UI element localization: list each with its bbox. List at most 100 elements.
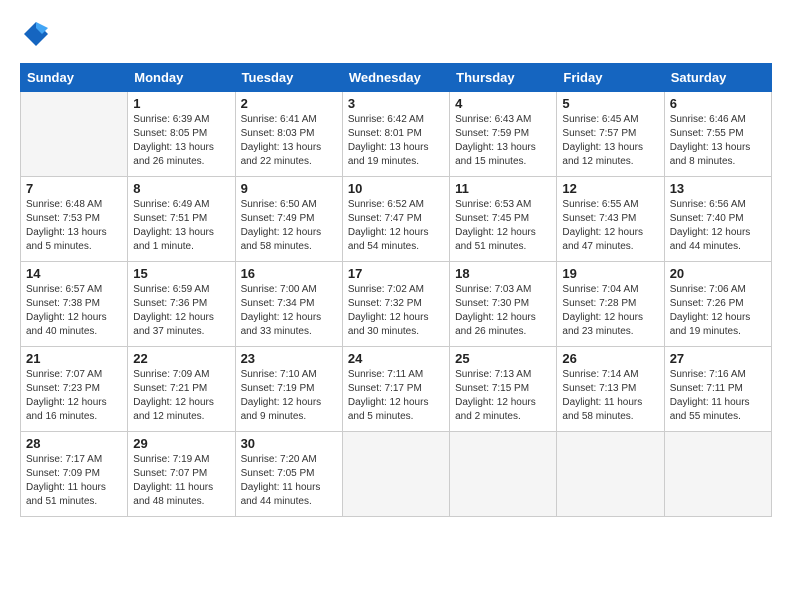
col-header-monday: Monday [128, 64, 235, 92]
calendar-cell: 10 Sunrise: 6:52 AMSunset: 7:47 PMDayligh… [342, 177, 449, 262]
calendar-table: SundayMondayTuesdayWednesdayThursdayFrid… [20, 63, 772, 517]
day-info: Sunrise: 7:03 AMSunset: 7:30 PMDaylight:… [455, 283, 551, 339]
col-header-friday: Friday [557, 64, 664, 92]
day-info: Sunrise: 7:13 AMSunset: 7:15 PMDaylight:… [455, 368, 551, 424]
day-info: Sunrise: 7:06 AMSunset: 7:26 PMDaylight:… [670, 283, 766, 339]
calendar-cell: 23 Sunrise: 7:10 AMSunset: 7:19 PMDayligh… [235, 347, 342, 432]
calendar-cell: 30 Sunrise: 7:20 AMSunset: 7:05 PMDayligh… [235, 432, 342, 517]
day-info: Sunrise: 6:55 AMSunset: 7:43 PMDaylight:… [562, 198, 658, 254]
calendar-week-1: 1Sunrise: 6:39 AMSunset: 8:05 PMDaylight… [21, 92, 772, 177]
day-number: 30 [241, 436, 337, 451]
day-info: Sunrise: 7:14 AMSunset: 7:13 PMDaylight:… [562, 368, 658, 424]
calendar-week-4: 21 Sunrise: 7:07 AMSunset: 7:23 PMDayligh… [21, 347, 772, 432]
day-info: Sunrise: 7:16 AMSunset: 7:11 PMDaylight:… [670, 368, 766, 424]
day-info: Sunrise: 6:59 AMSunset: 7:36 PMDaylight:… [133, 283, 229, 339]
calendar-cell [342, 432, 449, 517]
day-info: Sunrise: 6:48 AMSunset: 7:53 PMDaylight:… [26, 198, 122, 254]
col-header-wednesday: Wednesday [342, 64, 449, 92]
calendar-cell: 12 Sunrise: 6:55 AMSunset: 7:43 PMDayligh… [557, 177, 664, 262]
col-header-thursday: Thursday [450, 64, 557, 92]
calendar-cell: 25 Sunrise: 7:13 AMSunset: 7:15 PMDayligh… [450, 347, 557, 432]
calendar-cell: 2 Sunrise: 6:41 AMSunset: 8:03 PMDaylight… [235, 92, 342, 177]
day-info: Sunrise: 7:02 AMSunset: 7:32 PMDaylight:… [348, 283, 444, 339]
day-info: Sunrise: 6:52 AMSunset: 7:47 PMDaylight:… [348, 198, 444, 254]
page-header [20, 20, 772, 53]
calendar-cell: 21 Sunrise: 7:07 AMSunset: 7:23 PMDayligh… [21, 347, 128, 432]
calendar-cell: 29 Sunrise: 7:19 AMSunset: 7:07 PMDayligh… [128, 432, 235, 517]
day-number: 29 [133, 436, 229, 451]
calendar-week-5: 28 Sunrise: 7:17 AMSunset: 7:09 PMDayligh… [21, 432, 772, 517]
day-number: 17 [348, 266, 444, 281]
calendar-cell [450, 432, 557, 517]
day-info: Sunrise: 6:56 AMSunset: 7:40 PMDaylight:… [670, 198, 766, 254]
day-info: Sunrise: 6:43 AMSunset: 7:59 PMDaylight:… [455, 113, 551, 169]
day-info: Sunrise: 6:50 AMSunset: 7:49 PMDaylight:… [241, 198, 337, 254]
day-number: 9 [241, 181, 337, 196]
day-number: 26 [562, 351, 658, 366]
day-info: Sunrise: 7:17 AMSunset: 7:09 PMDaylight:… [26, 453, 122, 509]
calendar-cell: 8Sunrise: 6:49 AMSunset: 7:51 PMDaylight… [128, 177, 235, 262]
calendar-cell: 22 Sunrise: 7:09 AMSunset: 7:21 PMDayligh… [128, 347, 235, 432]
calendar-cell: 28 Sunrise: 7:17 AMSunset: 7:09 PMDayligh… [21, 432, 128, 517]
day-info: Sunrise: 6:57 AMSunset: 7:38 PMDaylight:… [26, 283, 122, 339]
day-number: 1 [133, 96, 229, 111]
calendar-cell: 26 Sunrise: 7:14 AMSunset: 7:13 PMDayligh… [557, 347, 664, 432]
day-info: Sunrise: 6:53 AMSunset: 7:45 PMDaylight:… [455, 198, 551, 254]
calendar-cell [557, 432, 664, 517]
day-number: 12 [562, 181, 658, 196]
col-header-tuesday: Tuesday [235, 64, 342, 92]
day-number: 16 [241, 266, 337, 281]
day-number: 10 [348, 181, 444, 196]
day-info: Sunrise: 7:09 AMSunset: 7:21 PMDaylight:… [133, 368, 229, 424]
header-row: SundayMondayTuesdayWednesdayThursdayFrid… [21, 64, 772, 92]
day-info: Sunrise: 7:07 AMSunset: 7:23 PMDaylight:… [26, 368, 122, 424]
calendar-cell [664, 432, 771, 517]
col-header-saturday: Saturday [664, 64, 771, 92]
day-info: Sunrise: 6:41 AMSunset: 8:03 PMDaylight:… [241, 113, 337, 169]
day-number: 22 [133, 351, 229, 366]
day-info: Sunrise: 7:11 AMSunset: 7:17 PMDaylight:… [348, 368, 444, 424]
day-number: 14 [26, 266, 122, 281]
day-number: 21 [26, 351, 122, 366]
calendar-cell [21, 92, 128, 177]
day-info: Sunrise: 7:10 AMSunset: 7:19 PMDaylight:… [241, 368, 337, 424]
day-number: 27 [670, 351, 766, 366]
day-number: 23 [241, 351, 337, 366]
day-number: 5 [562, 96, 658, 111]
calendar-cell: 17 Sunrise: 7:02 AMSunset: 7:32 PMDayligh… [342, 262, 449, 347]
day-number: 20 [670, 266, 766, 281]
day-number: 13 [670, 181, 766, 196]
calendar-cell: 1Sunrise: 6:39 AMSunset: 8:05 PMDaylight… [128, 92, 235, 177]
day-info: Sunrise: 7:04 AMSunset: 7:28 PMDaylight:… [562, 283, 658, 339]
day-info: Sunrise: 6:45 AMSunset: 7:57 PMDaylight:… [562, 113, 658, 169]
day-number: 2 [241, 96, 337, 111]
calendar-cell: 18Sunrise: 7:03 AMSunset: 7:30 PMDayligh… [450, 262, 557, 347]
day-number: 3 [348, 96, 444, 111]
calendar-cell: 9 Sunrise: 6:50 AMSunset: 7:49 PMDaylight… [235, 177, 342, 262]
day-number: 7 [26, 181, 122, 196]
day-number: 4 [455, 96, 551, 111]
day-number: 6 [670, 96, 766, 111]
day-number: 28 [26, 436, 122, 451]
calendar-cell: 27 Sunrise: 7:16 AMSunset: 7:11 PMDayligh… [664, 347, 771, 432]
logo-text [20, 20, 50, 53]
day-info: Sunrise: 6:46 AMSunset: 7:55 PMDaylight:… [670, 113, 766, 169]
calendar-cell: 20 Sunrise: 7:06 AMSunset: 7:26 PMDayligh… [664, 262, 771, 347]
calendar-week-2: 7 Sunrise: 6:48 AMSunset: 7:53 PMDaylight… [21, 177, 772, 262]
calendar-cell: 3Sunrise: 6:42 AMSunset: 8:01 PMDaylight… [342, 92, 449, 177]
calendar-cell: 11Sunrise: 6:53 AMSunset: 7:45 PMDayligh… [450, 177, 557, 262]
day-info: Sunrise: 6:49 AMSunset: 7:51 PMDaylight:… [133, 198, 229, 254]
day-number: 19 [562, 266, 658, 281]
calendar-cell: 6 Sunrise: 6:46 AMSunset: 7:55 PMDaylight… [664, 92, 771, 177]
day-info: Sunrise: 7:00 AMSunset: 7:34 PMDaylight:… [241, 283, 337, 339]
calendar-cell: 19 Sunrise: 7:04 AMSunset: 7:28 PMDayligh… [557, 262, 664, 347]
col-header-sunday: Sunday [21, 64, 128, 92]
day-info: Sunrise: 7:20 AMSunset: 7:05 PMDaylight:… [241, 453, 337, 509]
day-number: 24 [348, 351, 444, 366]
logo [20, 20, 50, 53]
calendar-cell: 16 Sunrise: 7:00 AMSunset: 7:34 PMDayligh… [235, 262, 342, 347]
calendar-cell: 5 Sunrise: 6:45 AMSunset: 7:57 PMDaylight… [557, 92, 664, 177]
day-number: 25 [455, 351, 551, 366]
day-number: 15 [133, 266, 229, 281]
day-info: Sunrise: 7:19 AMSunset: 7:07 PMDaylight:… [133, 453, 229, 509]
